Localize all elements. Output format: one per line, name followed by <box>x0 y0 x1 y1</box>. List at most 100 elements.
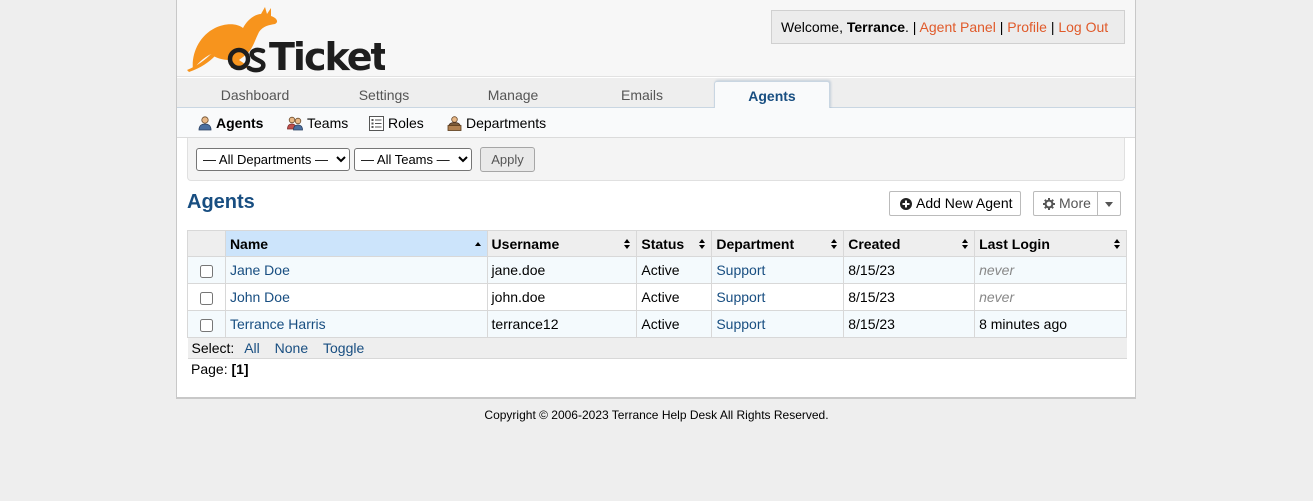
row-checkbox-cell <box>187 310 226 338</box>
column-header-name[interactable]: Name <box>224 230 488 257</box>
last-login-cell: never <box>974 283 1127 311</box>
subnav-teams[interactable]: Teams <box>287 115 348 131</box>
sort-icon <box>1114 239 1121 249</box>
table-row: Terrance Harris terrance12 Active Suppor… <box>187 310 1127 338</box>
tab-dashboard[interactable]: Dashboard <box>200 83 310 108</box>
last-login-cell: 8 minutes ago <box>974 310 1127 338</box>
plus-circle-icon <box>900 198 912 210</box>
column-header-username[interactable]: Username <box>486 230 638 257</box>
table-header-row: Name Username Status Department Created … <box>187 230 1127 257</box>
team-filter-select[interactable]: — All Teams — <box>354 148 472 171</box>
created-cell: 8/15/23 <box>843 256 976 284</box>
created-cell: 8/15/23 <box>843 310 976 338</box>
row-checkbox-cell <box>187 256 226 284</box>
subnav-departments[interactable]: Departments <box>447 115 546 131</box>
table-row: John Doe john.doe Active Support 8/15/23… <box>187 283 1127 311</box>
column-header-label: Department <box>716 235 795 252</box>
select-all-link[interactable]: All <box>244 340 260 356</box>
subnav-agents[interactable]: Agents <box>198 115 263 131</box>
name-cell: Jane Doe <box>224 256 488 284</box>
gear-icon <box>1043 198 1055 210</box>
department-cell: Support <box>711 256 845 284</box>
column-header-label: Username <box>491 235 560 252</box>
subnav-agents-label: Agents <box>216 115 264 131</box>
department-filter-select[interactable]: — All Departments — <box>196 148 350 171</box>
svg-text:Ticket: Ticket <box>269 35 385 74</box>
tab-emails[interactable]: Emails <box>587 83 697 108</box>
osticket-logo[interactable]: Ticket <box>185 4 390 79</box>
page-title: Agents <box>187 191 255 213</box>
select-label: Select: <box>191 340 235 356</box>
welcome-prefix: Welcome, <box>781 19 847 35</box>
subnav-roles[interactable]: Roles <box>369 115 424 131</box>
page-container: Ticket Welcome, Terrance. | Agent Panel … <box>176 0 1136 399</box>
username-cell: john.doe <box>486 283 638 311</box>
department-cell: Support <box>711 283 845 311</box>
department-link[interactable]: Support <box>716 262 765 278</box>
status-cell: Active <box>636 310 713 338</box>
agent-name-link[interactable]: Jane Doe <box>230 262 290 278</box>
column-header-label: Name <box>229 235 269 252</box>
page-label: Page: <box>191 361 228 377</box>
subnav-departments-label: Departments <box>466 115 547 131</box>
sort-icon <box>831 239 838 249</box>
apply-button[interactable]: Apply <box>480 147 535 172</box>
select-toggle-link[interactable]: Toggle <box>323 340 364 356</box>
column-header-last-login[interactable]: Last Login <box>974 230 1127 257</box>
chevron-down-icon[interactable] <box>1097 192 1120 215</box>
row-checkbox-cell <box>187 283 226 311</box>
row-checkbox[interactable] <box>199 264 213 278</box>
column-header-created[interactable]: Created <box>843 230 976 257</box>
log-out-link[interactable]: Log Out <box>1058 19 1108 35</box>
welcome-bar: Welcome, Terrance. | Agent Panel | Profi… <box>771 10 1125 44</box>
header: Ticket Welcome, Terrance. | Agent Panel … <box>177 0 1135 79</box>
main-nav: Dashboard Settings Manage Emails Agents <box>177 78 1135 109</box>
departments-icon <box>447 116 462 131</box>
username-cell: terrance12 <box>486 310 638 338</box>
subnav-teams-label: Teams <box>307 115 349 131</box>
tab-manage[interactable]: Manage <box>458 83 568 108</box>
name-cell: Terrance Harris <box>224 310 488 338</box>
department-link[interactable]: Support <box>716 316 765 332</box>
teams-icon <box>287 116 303 131</box>
welcome-suffix: . | <box>904 19 917 35</box>
roles-icon <box>369 116 384 131</box>
sort-icon <box>699 239 706 249</box>
column-header-department[interactable]: Department <box>711 230 845 257</box>
tab-settings[interactable]: Settings <box>329 83 439 108</box>
name-cell: John Doe <box>224 283 488 311</box>
filter-bar: — All Departments — — All Teams — Apply <box>187 138 1125 181</box>
user-name: Terrance <box>846 19 905 35</box>
column-header-label: Last Login <box>979 235 1050 252</box>
tab-agents[interactable]: Agents <box>714 81 830 109</box>
select-none-link[interactable]: None <box>275 340 308 356</box>
more-label: More <box>1059 195 1091 211</box>
column-header-label: Status <box>641 235 685 252</box>
sort-asc-icon <box>474 239 482 249</box>
department-cell: Support <box>711 310 845 338</box>
header-checkbox-cell <box>187 230 226 257</box>
row-checkbox[interactable] <box>199 291 213 305</box>
row-checkbox[interactable] <box>199 318 213 332</box>
status-cell: Active <box>636 256 713 284</box>
subnav-roles-label: Roles <box>388 115 424 131</box>
select-row: Select: All None Toggle <box>187 337 1127 359</box>
sort-icon <box>624 239 631 249</box>
agent-panel-link[interactable]: Agent Panel <box>920 19 996 35</box>
status-cell: Active <box>636 283 713 311</box>
add-new-agent-label: Add New Agent <box>916 195 1013 211</box>
column-header-status[interactable]: Status <box>636 230 713 257</box>
department-link[interactable]: Support <box>716 289 765 305</box>
profile-link[interactable]: Profile <box>1007 19 1047 35</box>
select-controls: Select: All None Toggle <box>187 337 1127 359</box>
agent-name-link[interactable]: Terrance Harris <box>230 316 326 332</box>
pagination: Page: [1] <box>191 361 249 377</box>
agent-icon <box>198 116 212 131</box>
add-new-agent-button[interactable]: Add New Agent <box>889 191 1021 216</box>
more-dropdown-button[interactable]: More <box>1033 191 1121 216</box>
column-header-label: Created <box>848 235 901 252</box>
username-cell: jane.doe <box>486 256 638 284</box>
current-page[interactable]: [1] <box>231 361 248 377</box>
agent-name-link[interactable]: John Doe <box>230 289 290 305</box>
created-cell: 8/15/23 <box>843 283 976 311</box>
